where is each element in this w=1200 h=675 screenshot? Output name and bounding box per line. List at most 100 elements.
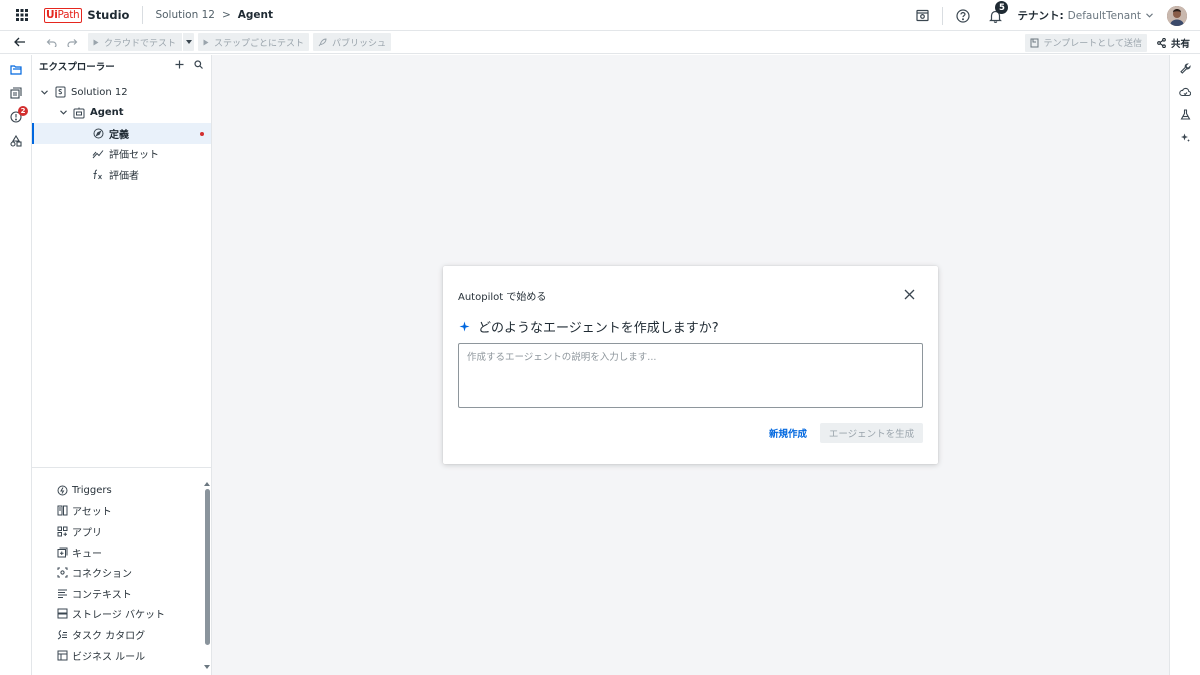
- breadcrumb-solution[interactable]: Solution 12: [155, 9, 214, 21]
- resource-label: Triggers: [72, 484, 112, 496]
- scroll-up-arrow[interactable]: [204, 482, 210, 486]
- add-icon[interactable]: [175, 60, 184, 69]
- autopilot-sparkle-icon[interactable]: [1170, 126, 1200, 149]
- share-button[interactable]: 共有: [1157, 36, 1190, 50]
- resource-queues[interactable]: キュー: [32, 542, 211, 563]
- chevron-down-icon[interactable]: [39, 90, 49, 95]
- tree-item-eval-sets[interactable]: 評価セット: [32, 144, 211, 165]
- chevron-down-icon[interactable]: [58, 110, 68, 115]
- notification-badge: 5: [995, 1, 1009, 14]
- storage-bucket-icon: [56, 608, 68, 620]
- store-icon[interactable]: [906, 0, 938, 31]
- tree-item-label: 定義: [109, 129, 129, 141]
- shapes-icon[interactable]: [0, 129, 32, 153]
- chevron-down-icon: [1146, 13, 1153, 18]
- connection-icon: [56, 567, 68, 579]
- search-icon[interactable]: [194, 60, 203, 69]
- uipath-logo[interactable]: Ui Path Studio: [44, 0, 129, 31]
- errors-warning-icon[interactable]: 2: [0, 105, 32, 129]
- dialog-question-text: どのようなエージェントを作成しますか?: [478, 321, 719, 336]
- tree-item-label: 評価者: [109, 170, 139, 182]
- test-cloud-dropdown[interactable]: [182, 33, 194, 51]
- resources-panel: Triggers アセット アプリ キュー コネクション コンテキスト ストレー…: [32, 467, 211, 675]
- task-catalog-icon: [56, 628, 68, 640]
- evaluation-set-icon: [92, 148, 104, 160]
- tenant-label: テナント:: [1017, 10, 1064, 22]
- resource-apps[interactable]: アプリ: [32, 521, 211, 542]
- back-arrow-icon[interactable]: [0, 31, 40, 54]
- resources-scrollbar[interactable]: [205, 489, 210, 645]
- scroll-down-arrow[interactable]: [204, 665, 210, 669]
- tree-item-solution[interactable]: Solution 12: [32, 82, 211, 103]
- user-avatar[interactable]: [1167, 5, 1187, 26]
- tree-item-label: Solution 12: [71, 86, 128, 98]
- app-icon: [56, 525, 68, 537]
- explorer-title: エクスプローラー: [39, 62, 115, 73]
- asset-icon: [56, 505, 68, 517]
- toolbar: クラウドでテスト ステップごとにテスト パブリッシュ テンプレートとして送信 共…: [0, 31, 1200, 54]
- tree-item-label: 評価セット: [109, 150, 159, 162]
- tree-item-label: Agent: [90, 107, 124, 119]
- tree-item-definition[interactable]: 定義: [32, 123, 211, 144]
- undo-icon[interactable]: [40, 31, 62, 54]
- top-header: Ui Path Studio Solution 12 > Agent 5 テナン…: [0, 0, 1200, 31]
- generate-agent-button[interactable]: エージェントを生成: [820, 423, 923, 443]
- test-step-button[interactable]: ステップごとにテスト: [198, 33, 310, 51]
- resource-label: キュー: [72, 548, 102, 560]
- function-icon: [92, 168, 104, 180]
- help-icon[interactable]: [947, 0, 979, 31]
- resource-triggers[interactable]: Triggers: [32, 480, 211, 501]
- close-icon[interactable]: [902, 287, 916, 301]
- dialog-title: Autopilot で始める: [458, 292, 547, 303]
- app-launcher-icon[interactable]: [0, 0, 44, 31]
- unsaved-dot: [200, 132, 204, 136]
- redo-icon[interactable]: [62, 31, 84, 54]
- resource-storage-buckets[interactable]: ストレージ バケット: [32, 604, 211, 625]
- play-icon: [203, 39, 209, 45]
- flask-icon[interactable]: [1170, 103, 1200, 126]
- test-cloud-label: クラウドでテスト: [104, 38, 177, 49]
- explorer-folder-icon[interactable]: [0, 57, 32, 81]
- create-new-button[interactable]: 新規作成: [764, 423, 812, 443]
- explorer-header: エクスプローラー: [32, 55, 211, 77]
- notifications-bell-icon[interactable]: 5: [979, 0, 1011, 31]
- tree-item-agent[interactable]: Agent: [32, 103, 211, 124]
- product-name: Studio: [87, 8, 130, 22]
- test-cloud-button[interactable]: クラウドでテスト: [88, 33, 195, 51]
- resource-connections[interactable]: コネクション: [32, 562, 211, 583]
- cloud-icon[interactable]: [1170, 80, 1200, 103]
- resource-context[interactable]: コンテキスト: [32, 583, 211, 604]
- rocket-icon: [318, 37, 327, 46]
- tree-item-evaluators[interactable]: 評価者: [32, 164, 211, 185]
- agent-description-input[interactable]: [458, 343, 923, 408]
- dialog-question: どのようなエージェントを作成しますか?: [459, 317, 719, 336]
- breadcrumb-agent: Agent: [237, 9, 274, 21]
- resource-label: ビジネス ルール: [72, 651, 146, 663]
- solution-icon: [54, 86, 66, 98]
- queue-icon: [56, 546, 68, 558]
- send-template-button[interactable]: テンプレートとして送信: [1024, 33, 1147, 52]
- tenant-selector[interactable]: テナント: DefaultTenant: [1017, 8, 1153, 23]
- resource-label: アプリ: [72, 527, 102, 539]
- share-icon: [1157, 37, 1166, 48]
- compass-icon: [92, 127, 104, 139]
- play-icon: [93, 39, 99, 45]
- resource-task-catalogs[interactable]: タスク カタログ: [32, 624, 211, 645]
- business-rule-icon: [56, 649, 68, 661]
- context-icon: [56, 587, 68, 599]
- publish-button[interactable]: パブリッシュ: [313, 33, 392, 51]
- breadcrumb: Solution 12 > Agent: [155, 9, 273, 21]
- resource-label: コネクション: [72, 569, 132, 581]
- resource-business-rules[interactable]: ビジネス ルール: [32, 645, 211, 666]
- resource-label: ストレージ バケット: [72, 610, 165, 622]
- resource-assets[interactable]: アセット: [32, 501, 211, 522]
- resource-label: コンテキスト: [72, 589, 132, 601]
- wrench-icon[interactable]: [1170, 57, 1200, 80]
- caret-down-icon: [185, 40, 192, 44]
- errors-badge: 2: [18, 106, 28, 116]
- explorer-panel: エクスプローラー Solution 12 Agent 定義 評価セット 評価者 …: [32, 55, 212, 675]
- resources-icon[interactable]: [0, 81, 32, 105]
- header-divider-2: [942, 6, 944, 25]
- send-template-label: テンプレートとして送信: [1043, 39, 1142, 49]
- breadcrumb-separator: >: [221, 9, 231, 21]
